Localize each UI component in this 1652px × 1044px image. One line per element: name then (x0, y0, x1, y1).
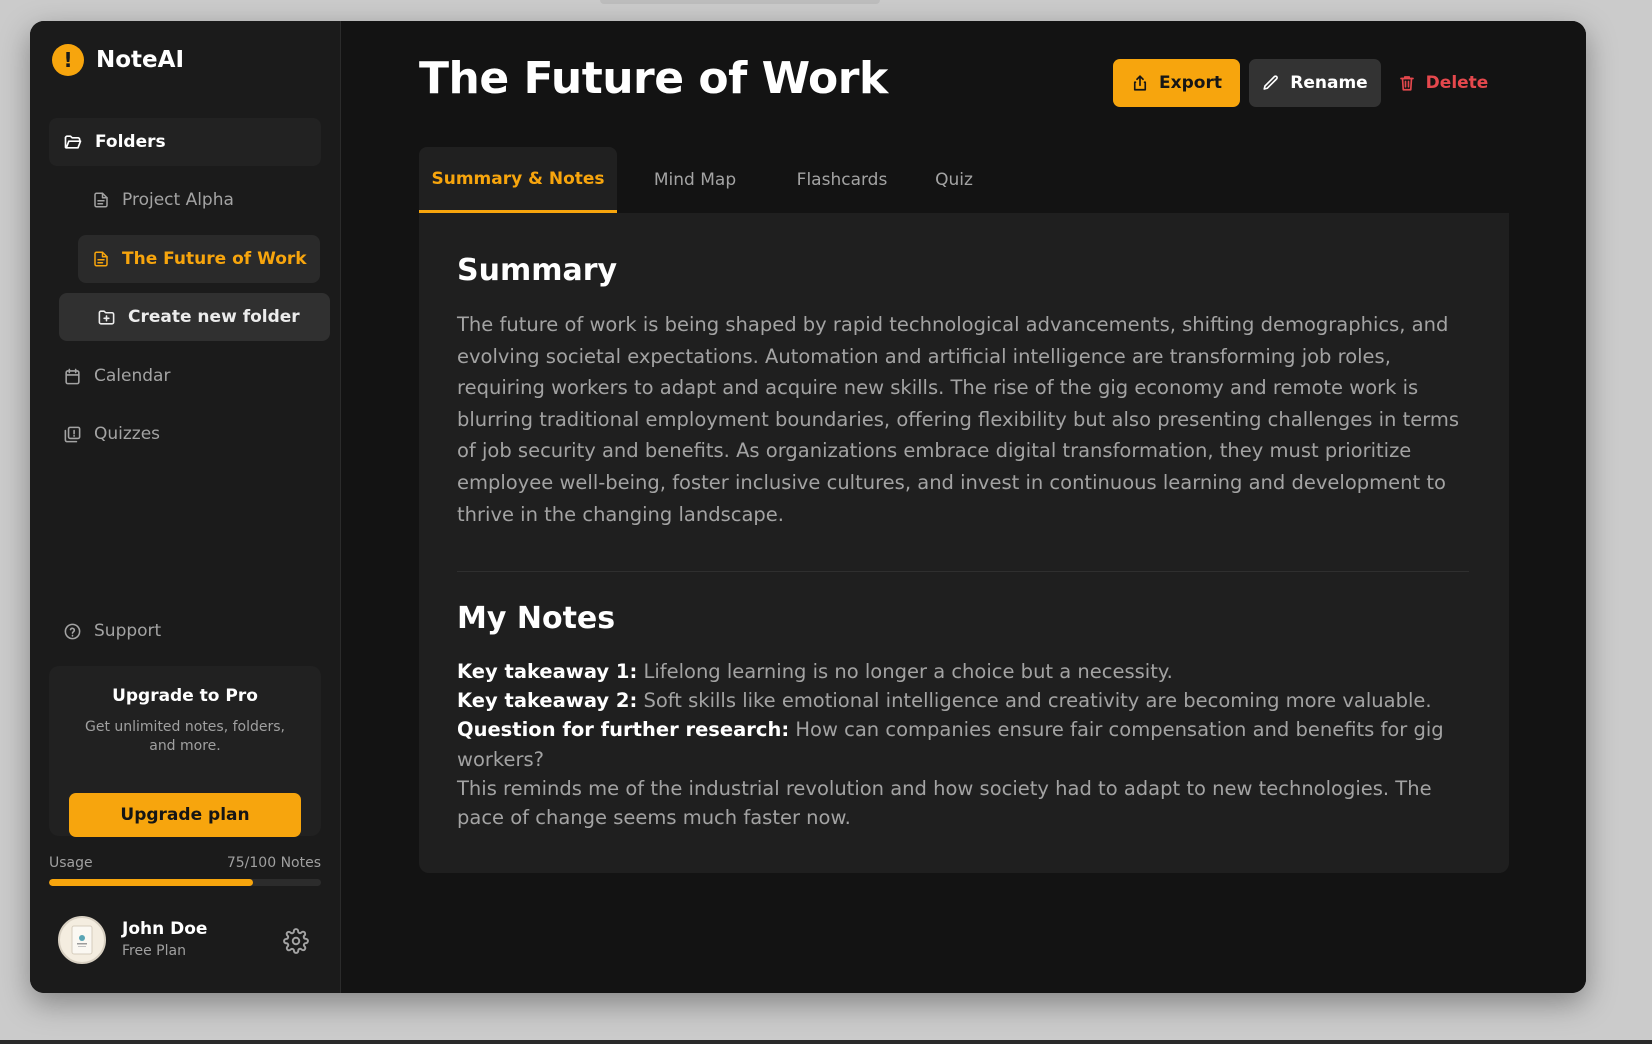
folder-plus-icon (98, 309, 115, 325)
create-folder-button[interactable]: Create new folder (59, 293, 330, 341)
usage-progress-bar (49, 879, 321, 886)
create-folder-label: Create new folder (128, 307, 300, 327)
calendar-icon (65, 368, 80, 384)
note-text: Lifelong learning is no longer a choice … (643, 660, 1173, 683)
sidebar-item-support[interactable]: Support (49, 607, 321, 655)
usage-progress-fill (49, 879, 253, 886)
file-text-icon (94, 251, 108, 267)
settings-button[interactable] (281, 926, 311, 956)
section-divider (457, 571, 1469, 572)
delete-label: Delete (1425, 73, 1489, 93)
tab-quiz[interactable]: Quiz (924, 147, 984, 213)
share-icon (1133, 75, 1147, 91)
sidebar-item-folders[interactable]: Folders (49, 118, 321, 166)
sidebar-item-label: Folders (95, 132, 166, 152)
note-line: Key takeaway 2: Soft skills like emotion… (457, 686, 1469, 715)
avatar-image-icon (71, 925, 93, 955)
desktop-bottom-strip (0, 1040, 1652, 1044)
upgrade-description: Get unlimited notes, folders, and more. (84, 719, 285, 754)
pencil-icon (1263, 75, 1279, 90)
summary-text: The future of work is being shaped by ra… (457, 313, 1460, 526)
delete-button[interactable]: Delete (1391, 59, 1495, 107)
sidebar-item-label: Calendar (94, 366, 171, 386)
sidebar-item-calendar[interactable]: Calendar (49, 352, 321, 400)
trash-icon (1399, 76, 1414, 91)
tab-bar: Summary & Notes Mind Map Flashcards Quiz (419, 147, 1509, 214)
note-text: Soft skills like emotional intelligence … (643, 689, 1432, 713)
summary-notes-panel: Summary The future of work is being shap… (419, 213, 1509, 873)
upgrade-title: Upgrade to Pro (112, 686, 258, 706)
upgrade-card: Upgrade to Pro Get unlimited notes, fold… (49, 666, 321, 837)
sidebar: ! NoteAI Folders Project Alpha The Futur… (30, 21, 341, 993)
note-line: Key takeaway 1: Lifelong learning is no … (457, 657, 1469, 686)
sidebar-item-quizzes[interactable]: Quizzes (49, 410, 321, 458)
summary-heading: Summary (457, 253, 618, 288)
export-button[interactable]: Export (1113, 59, 1240, 107)
note-label: Question for further research: (457, 718, 790, 742)
note-paragraph: This reminds me of the industrial revolu… (457, 776, 1432, 830)
main-content: The Future of Work Export Rename Delete (341, 21, 1586, 993)
tab-summary-notes[interactable]: Summary & Notes (419, 147, 617, 213)
note-label: Key takeaway 1: (457, 660, 638, 683)
app-name: NoteAI (96, 47, 185, 73)
note-label: Key takeaway 2: (457, 689, 638, 713)
gear-icon (283, 928, 309, 954)
user-plan: Free Plan (122, 943, 186, 959)
page-title: The Future of Work (419, 53, 888, 104)
app-window: ! NoteAI Folders Project Alpha The Futur… (30, 21, 1586, 993)
sidebar-item-label: Quizzes (94, 424, 161, 444)
folder-open-icon (64, 135, 82, 149)
note-line: Question for further research: How can c… (457, 715, 1469, 773)
avatar[interactable] (58, 916, 106, 964)
backdrop-window-edge (600, 0, 880, 4)
brand[interactable]: ! NoteAI (52, 43, 184, 77)
alert-circle-icon: ! (52, 44, 84, 76)
tab-mind-map[interactable]: Mind Map (635, 147, 755, 213)
sidebar-item-label: Support (94, 621, 162, 641)
tab-flashcards[interactable]: Flashcards (774, 147, 910, 213)
user-name: John Doe (122, 919, 208, 939)
rename-label: Rename (1290, 73, 1368, 93)
export-label: Export (1159, 73, 1222, 93)
help-circle-icon (64, 623, 81, 639)
folder-item-label: Project Alpha (122, 190, 234, 210)
notes-heading: My Notes (457, 601, 616, 636)
quiz-book-icon (64, 426, 81, 442)
upgrade-plan-button[interactable]: Upgrade plan (69, 793, 301, 837)
file-text-icon (94, 192, 108, 208)
folder-item-label: The Future of Work (122, 249, 307, 269)
usage-count: 75/100 Notes (226, 855, 321, 871)
rename-button[interactable]: Rename (1249, 59, 1381, 107)
folder-item-project-alpha[interactable]: Project Alpha (78, 176, 320, 224)
usage-label: Usage (49, 855, 93, 871)
folder-item-the-future-of-work[interactable]: The Future of Work (78, 235, 320, 283)
notes-body[interactable]: Key takeaway 1: Lifelong learning is no … (457, 657, 1469, 832)
